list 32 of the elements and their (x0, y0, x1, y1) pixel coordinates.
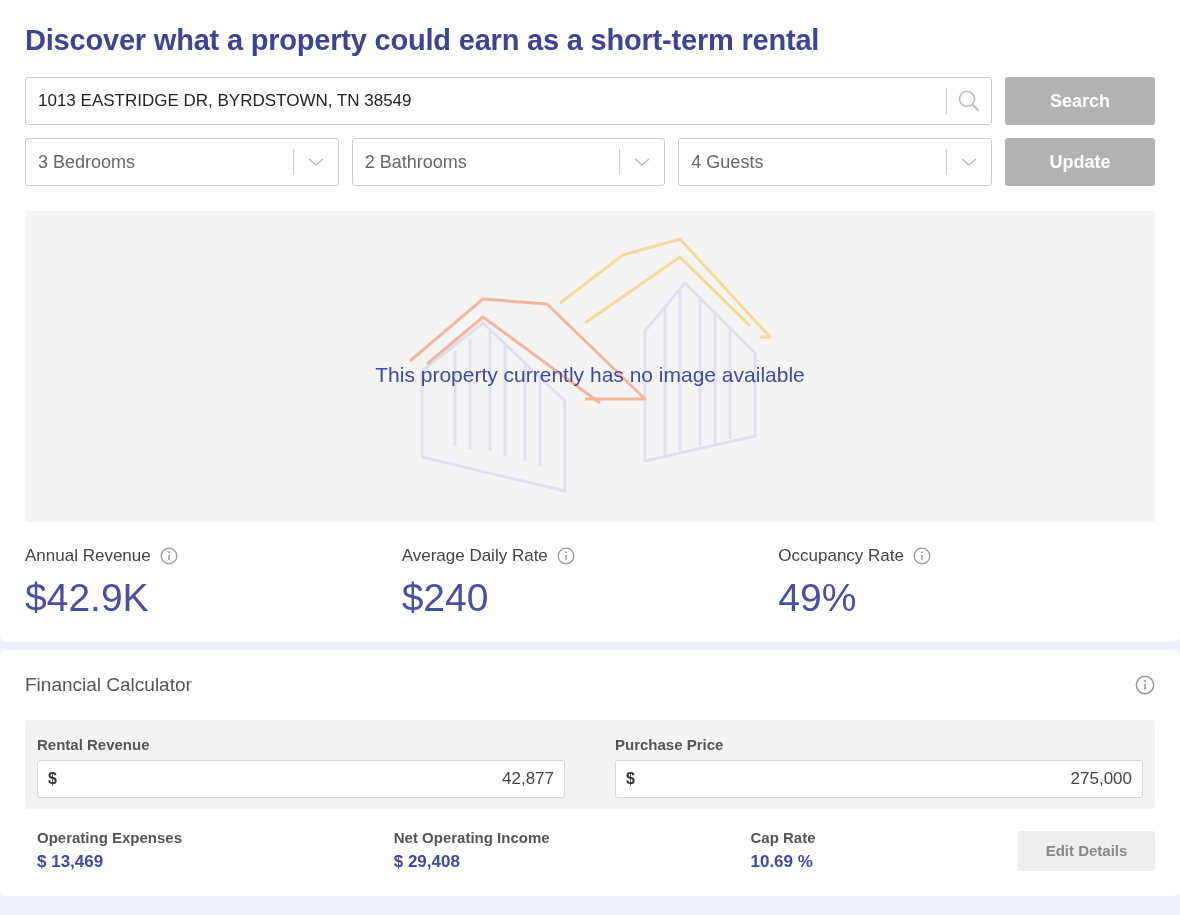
info-icon[interactable] (913, 547, 931, 565)
stat-value: $42.9K (25, 576, 150, 620)
field-label: Rental Revenue (37, 736, 151, 753)
info-icon[interactable] (556, 547, 575, 565)
page-title: Discover what a property could earn as a short-term rental (25, 24, 821, 57)
stat-value: $240 (401, 576, 490, 620)
section-title: Financial Calculator (25, 674, 192, 696)
stat-value: 49% (778, 576, 858, 620)
stat-label: Occupancy Rate (778, 546, 904, 566)
dropdown[interactable]: 2 Bathrooms (351, 138, 666, 186)
result-value: $ 29,408 (393, 852, 460, 871)
no-image-message: This property currently has no image available (375, 363, 805, 386)
currency-input-field[interactable]: $ 275,000 (615, 760, 1143, 798)
chevron-down-icon (960, 157, 978, 167)
result-value: $ 13,469 (37, 852, 104, 871)
info-icon[interactable] (1135, 675, 1155, 695)
chevron-down-icon (306, 157, 325, 167)
result-value: 10.69 % (750, 852, 813, 871)
address-search-field[interactable]: 1013 EASTRIDGE DR, BYRDSTOWN, TN 38549 (25, 77, 992, 125)
currency-input-field[interactable]: $ 42,877 (37, 760, 565, 798)
result-label: Operating Expenses (37, 829, 184, 846)
chevron-down-icon (633, 157, 652, 167)
edit-details-button[interactable]: Edit Details (1018, 830, 1155, 871)
info-icon[interactable] (159, 547, 178, 565)
search-icon[interactable] (958, 90, 980, 112)
stat-label: Average Daily Rate (401, 546, 548, 566)
dropdown[interactable]: 4 Guests (678, 138, 992, 186)
field-label: Purchase Price (615, 736, 725, 753)
stat-label: Annual Revenue (25, 546, 151, 566)
dropdown[interactable]: 3 Bedrooms (25, 138, 339, 186)
result-label: Net Operating Income (393, 829, 551, 846)
result-label: Cap Rate (750, 829, 817, 846)
